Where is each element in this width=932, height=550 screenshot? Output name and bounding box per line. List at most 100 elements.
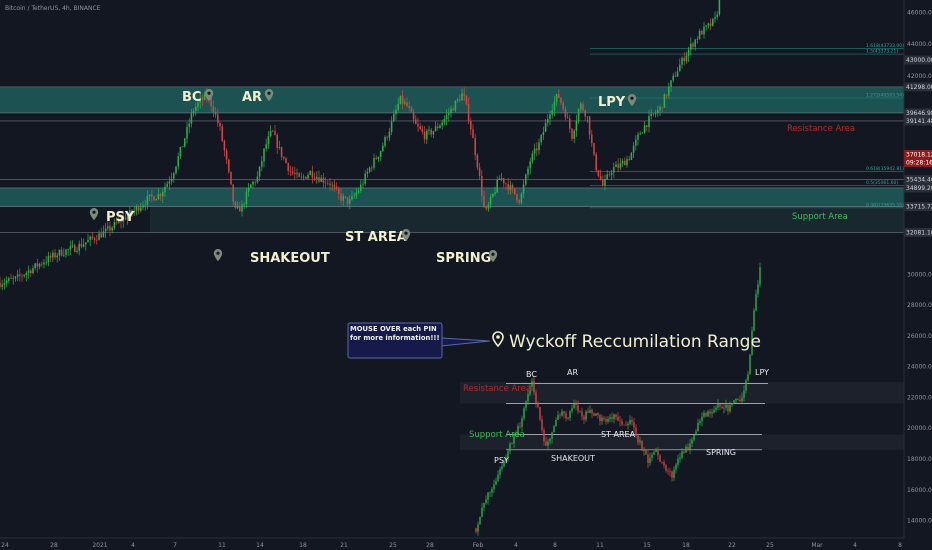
- inset-candle-66: [607, 418, 609, 422]
- main-candle-139: [305, 176, 307, 179]
- inset-label-shakeout: SHAKEOUT: [551, 454, 595, 463]
- inset-candle-11: [497, 474, 499, 481]
- main-candle-248: [544, 122, 547, 132]
- main-candle-34: [74, 245, 76, 252]
- main-candle-124: [272, 130, 274, 132]
- main-candle-145: [318, 177, 320, 182]
- main-candle-184: [404, 102, 406, 104]
- main-candle-259: [569, 118, 571, 129]
- inset-candle-137: [749, 354, 751, 375]
- inset-candle-130: [735, 398, 737, 401]
- pin-shakeout-label: SHAKEOUT: [250, 251, 330, 266]
- inset-candle-135: [745, 380, 747, 391]
- main-candle-311: [683, 57, 685, 62]
- main-candle-38: [82, 244, 85, 247]
- main-candle-283: [621, 161, 624, 164]
- inset-candle-96: [667, 470, 669, 472]
- main-candle-33: [71, 245, 74, 247]
- inset-candle-43: [561, 411, 563, 416]
- main-candle-191: [419, 126, 421, 130]
- main-candle-73: [159, 193, 162, 197]
- main-candle-275: [604, 179, 606, 186]
- inset-candle-35: [545, 441, 547, 446]
- inset-candle-110: [695, 431, 697, 435]
- main-candle-280: [615, 164, 617, 168]
- inset-candle-18: [511, 443, 513, 444]
- main-candle-208: [456, 99, 459, 101]
- main-candle-182: [399, 95, 402, 104]
- main-candle-2: [3, 283, 6, 285]
- main-candle-141: [309, 171, 311, 175]
- main-candle-134: [294, 172, 296, 175]
- main-candle-115: [252, 181, 254, 185]
- chart-canvas[interactable]: Bitcoin / TetherUS, 4h, BINANCE 1.618(43…: [0, 0, 932, 550]
- main-candle-62: [135, 206, 138, 211]
- inset-candle-125: [725, 404, 727, 408]
- main-candle-265: [582, 103, 584, 111]
- inset-candle-105: [685, 446, 687, 453]
- main-candle-298: [654, 113, 657, 115]
- right-axis-tag-text-0: 43000.00: [906, 57, 932, 64]
- inset-candle-53: [581, 411, 583, 417]
- main-candle-170: [373, 157, 375, 168]
- main-candle-240: [527, 168, 529, 175]
- main-candle-72: [157, 193, 160, 199]
- main-candle-43: [93, 238, 96, 240]
- main-candle-292: [641, 132, 644, 134]
- inset-candle-8: [491, 488, 493, 493]
- main-candle-20: [43, 262, 45, 265]
- main-candle-93: [203, 94, 206, 100]
- main-candle-294: [646, 125, 648, 128]
- support-extension-zone: [150, 206, 904, 233]
- inset-candle-17: [509, 443, 511, 452]
- inset-candle-2: [479, 516, 481, 525]
- main-candle-183: [401, 95, 404, 104]
- inset-candle-85: [645, 449, 647, 455]
- main-candle-296: [650, 113, 652, 117]
- main-candle-288: [632, 145, 635, 153]
- right-axis[interactable]: 46000.00 44000.00 42000.00 30000.00 28000.00…: [903, 0, 932, 538]
- bottom-axis-tick-7: 18: [299, 542, 307, 549]
- right-axis-tick-11: 14000.00: [907, 518, 932, 525]
- inset-candle-37: [549, 438, 551, 442]
- main-candle-113: [247, 187, 250, 192]
- main-candle-195: [428, 129, 430, 131]
- main-candle-268: [588, 116, 591, 135]
- main-candle-246: [540, 135, 542, 143]
- main-candle-112: [245, 191, 248, 205]
- main-candle-69: [151, 194, 153, 197]
- inset-candle-77: [629, 419, 631, 424]
- main-candle-279: [613, 167, 615, 173]
- main-candle-304: [668, 86, 670, 96]
- inset-candle-99: [673, 469, 675, 478]
- right-axis-tag-4: 37018.12: [904, 149, 932, 159]
- inset-candle-76: [627, 423, 629, 426]
- main-candle-325: [714, 17, 716, 19]
- main-candle-19: [41, 263, 43, 265]
- bottom-axis[interactable]: 24 28 2021 4 7 11 14 18 21 25 28 Feb 4 8 11 15 18 22 25 Mar…: [0, 537, 932, 550]
- main-candle-323: [709, 23, 712, 26]
- inset-candle-78: [631, 419, 633, 423]
- main-candle-203: [445, 115, 448, 120]
- right-axis-tag-5: 09:28:16: [904, 157, 932, 167]
- main-candle-167: [366, 171, 369, 174]
- main-candle-254: [558, 94, 560, 98]
- main-candle-30: [65, 249, 67, 255]
- main-candle-80: [175, 166, 177, 174]
- inset-candle-1: [477, 524, 479, 532]
- main-candle-117: [256, 176, 259, 183]
- inset-candle-63: [601, 417, 603, 422]
- bottom-axis-tick-19: Mar: [811, 542, 823, 549]
- main-candle-92: [201, 97, 204, 100]
- main-candle-4: [8, 278, 10, 281]
- main-candle-230: [505, 183, 507, 185]
- main-candle-276: [606, 174, 608, 180]
- main-candle-198: [434, 126, 437, 132]
- bottom-axis-tick-6: 14: [256, 542, 264, 549]
- main-candle-264: [580, 103, 582, 110]
- main-candle-190: [417, 124, 419, 127]
- main-candle-174: [382, 145, 384, 152]
- inset-candle-88: [651, 454, 653, 458]
- main-candle-144: [316, 177, 318, 179]
- main-candle-224: [492, 193, 494, 197]
